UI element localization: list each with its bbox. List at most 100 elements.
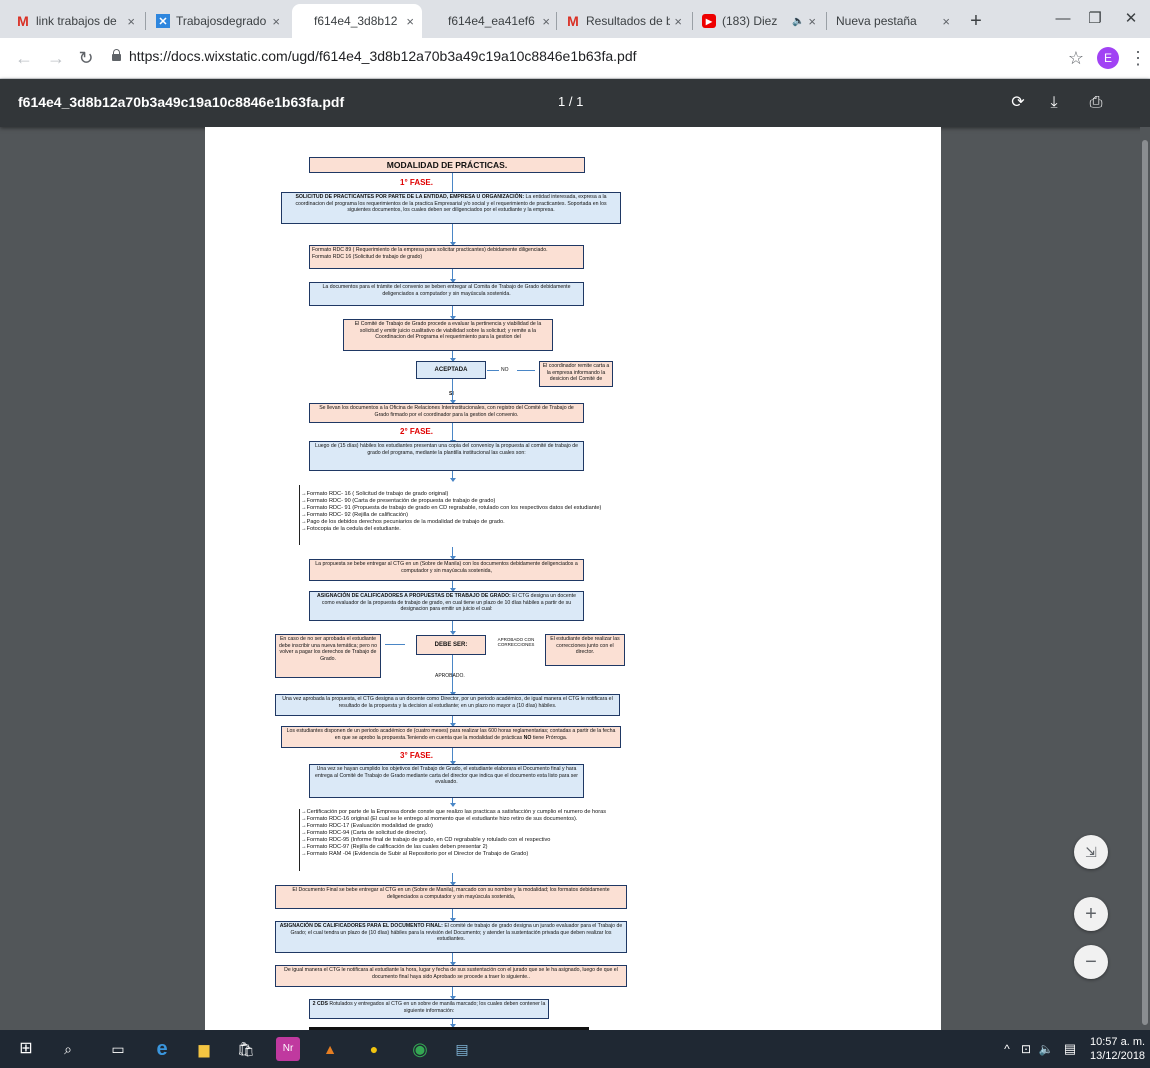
fit-page-button[interactable]: ⇲ [1074, 835, 1108, 869]
bookmark-star-icon[interactable]: ☆ [1064, 46, 1088, 70]
flow-box-solicitud: SOLICITUD DE PRACTICANTES POR PARTE DE L… [281, 192, 621, 224]
page-indicator: 1 / 1 [558, 94, 584, 109]
profile-avatar[interactable]: E [1097, 47, 1119, 69]
flow-box-debe-ser: DEBE SER: [416, 635, 486, 655]
url-text: https://docs.wixstatic.com/ugd/f614e4_3d… [129, 48, 637, 64]
store-icon[interactable]: 🛍 [234, 1037, 258, 1061]
close-icon[interactable]: × [406, 14, 414, 29]
close-icon[interactable]: × [272, 14, 280, 29]
menu-icon[interactable]: ⋮ [1126, 46, 1150, 70]
chrome-icon[interactable]: ◉ [408, 1037, 432, 1061]
flow-box-entrega-final: El Documento Final se bebe entregar al C… [275, 885, 627, 909]
tab-2[interactable]: ✕ Trabajosdegrado × [148, 4, 288, 38]
search-icon[interactable]: ⌕ [56, 1037, 80, 1061]
matlab-icon[interactable]: ▲ [318, 1037, 342, 1061]
volume-icon[interactable]: 🔈 [1034, 1037, 1058, 1061]
flow-box-director: Una vez aprobada la propuesta, el CTG de… [275, 694, 620, 716]
list-item: Formato RDC- 16 ( Solicitud de trabajo d… [301, 491, 601, 498]
new-tab-button[interactable]: + [963, 8, 989, 34]
back-button[interactable]: ← [12, 46, 36, 70]
windows-taskbar: ⊞ ⌕ ▭ e ▆ 🛍 Nr ▲ ● ◉ ▤ ^ ⊡ 🔈 ▤ 10:57 a. … [0, 1030, 1150, 1068]
flow-box-cds: 2 CDS Rotulados y entregados al CTG en u… [309, 999, 549, 1019]
list-item: Formato RAM -04 (Evidencia de Subir al R… [301, 851, 606, 858]
list-item: Formato RDC- 90 (Carta de presentación d… [301, 498, 601, 505]
tab-title: Resultados de b [586, 14, 671, 28]
start-icon[interactable]: ⊞ [14, 1037, 38, 1061]
document-app-icon[interactable]: ▤ [450, 1037, 474, 1061]
list-item: Formato RDC-16 original (El cual se le e… [301, 816, 606, 823]
list-formatos-finales: Certificación por parte de la Empresa do… [301, 809, 606, 858]
flow-box-asignacion: ASIGNACIÓN DE CALIFICADORES A PROPUESTAS… [309, 591, 584, 621]
tab-title: Nueva pestaña [836, 14, 917, 28]
pdf-toolbar: f614e4_3d8b12a70b3a49c19a10c8846e1b63fa.… [0, 79, 1150, 127]
list-item: Formato RDC-97 (Rejilla de calificación … [301, 844, 606, 851]
gmail-icon: M [17, 13, 29, 29]
tab-title: link trabajos de [36, 14, 117, 28]
doc-title: MODALIDAD DE PRÁCTICAS. [309, 157, 585, 173]
flow-box-jurado: ASIGNACIÓN DE CALIFICADORES PARA EL DOCU… [275, 921, 627, 953]
notifications-icon[interactable]: ▤ [1058, 1037, 1082, 1061]
flow-box-convenio: Luego de (15 días) hábiles los estudiant… [309, 441, 584, 471]
list-item: Certificación por parte de la Empresa do… [301, 809, 606, 816]
flow-box-sustentacion: De igual manera el CTG le notificara al … [275, 965, 627, 987]
scrollbar-thumb[interactable] [1142, 140, 1148, 1025]
tab-4[interactable]: f614e4_ea41ef6 × [428, 4, 558, 38]
tab-7[interactable]: Nueva pestaña × [828, 4, 958, 38]
reload-button[interactable]: ↻ [74, 46, 98, 70]
close-window-button[interactable]: ✕ [1108, 6, 1150, 32]
audio-icon[interactable]: 🔈 [792, 16, 804, 27]
wix-icon: ✕ [156, 14, 170, 28]
taskbar-clock[interactable]: 10:57 a. m. 13/12/2018 [1090, 1035, 1145, 1063]
edge-icon[interactable]: e [150, 1037, 174, 1061]
address-bar[interactable]: https://docs.wixstatic.com/ugd/f614e4_3d… [112, 48, 637, 64]
app-icon[interactable]: Nr [276, 1037, 300, 1061]
fase-3-label: 3° FASE. [400, 751, 433, 760]
pdf-page: MODALIDAD DE PRÁCTICAS. 1° FASE. SOLICIT… [205, 127, 941, 1030]
flow-box-sobre-manila: La propuesta se bebe entregar al CTG en … [309, 559, 584, 581]
fase-2-label: 2° FASE. [400, 427, 433, 436]
list-formatos-propuesta: Formato RDC- 16 ( Solicitud de trabajo d… [301, 491, 602, 533]
list-item: Pago de los debidos derechos pecuniarios… [301, 519, 601, 526]
lock-icon [112, 49, 121, 61]
flow-box-formatos: Formato RDC 89 ( Requerimiento de la emp… [309, 245, 584, 269]
tab-6[interactable]: ▶ (183) Diez 🔈 × [694, 4, 824, 38]
zoom-out-button[interactable]: − [1074, 945, 1108, 979]
flow-box-comite: El Comité de Trabajo de Grado procede a … [343, 319, 553, 351]
flow-box-aceptada: ACEPTADA [416, 361, 486, 379]
list-item: Fotocopia de la cedula del estudiante. [301, 526, 601, 533]
list-item: Formato RDC-95 (Informe final de trabajo… [301, 837, 606, 844]
flow-box-documentos: La documentos para el trámite del conven… [309, 282, 584, 306]
rotate-icon[interactable]: ⟳ [1006, 91, 1030, 115]
browser-toolbar: ← → ↻ https://docs.wixstatic.com/ugd/f61… [0, 38, 1150, 79]
label-no: NO [501, 367, 509, 373]
file-explorer-icon[interactable]: ▆ [192, 1037, 216, 1061]
tab-3-active[interactable]: f614e4_3d8b12 × [292, 4, 422, 38]
close-icon[interactable]: × [674, 14, 682, 29]
close-icon[interactable]: × [808, 14, 816, 29]
tab-title: f614e4_ea41ef6 [448, 14, 535, 28]
pdf-filename: f614e4_3d8b12a70b3a49c19a10c8846e1b63fa.… [18, 94, 345, 110]
app-bird-icon[interactable]: ● [362, 1037, 386, 1061]
close-icon[interactable]: × [542, 14, 550, 29]
tab-strip: M link trabajos de × ✕ Trabajosdegrado ×… [0, 0, 1150, 38]
list-item: Formato RDC- 92 (Rejilla de calificación… [301, 512, 601, 519]
close-icon[interactable]: × [127, 14, 135, 29]
tab-1[interactable]: M link trabajos de × [8, 4, 143, 38]
print-icon[interactable]: ⎙ [1084, 91, 1108, 115]
label-aprobado-correcciones: APROBADO CON CORRECCIONES [497, 637, 535, 647]
tab-title: f614e4_3d8b12 [314, 14, 398, 28]
download-icon[interactable]: ⤓ [1042, 91, 1066, 115]
label-aprobado: APROBADO. [435, 673, 465, 679]
fase-1-label: 1° FASE. [400, 178, 433, 187]
list-item: Formato RDC- 91 (Propuesta de trabajo de… [301, 505, 602, 512]
task-view-icon[interactable]: ▭ [106, 1037, 130, 1061]
flow-box-documento-final: Una vez se hayan cumplido los objetivos … [309, 764, 584, 798]
forward-button[interactable]: → [44, 46, 68, 70]
flow-box-no-aprobada: En caso de no ser aprobada el estudiante… [275, 634, 381, 678]
zoom-in-button[interactable]: + [1074, 897, 1108, 931]
tab-title: Trabajosdegrado [176, 14, 267, 28]
list-item: Formato RDC-94 (Carta de solicitud de di… [301, 830, 606, 837]
flow-box-correcciones: El estudiante debe realizar las correcci… [545, 634, 625, 666]
tab-5[interactable]: M Resultados de b × [558, 4, 690, 38]
close-icon[interactable]: × [942, 14, 950, 29]
